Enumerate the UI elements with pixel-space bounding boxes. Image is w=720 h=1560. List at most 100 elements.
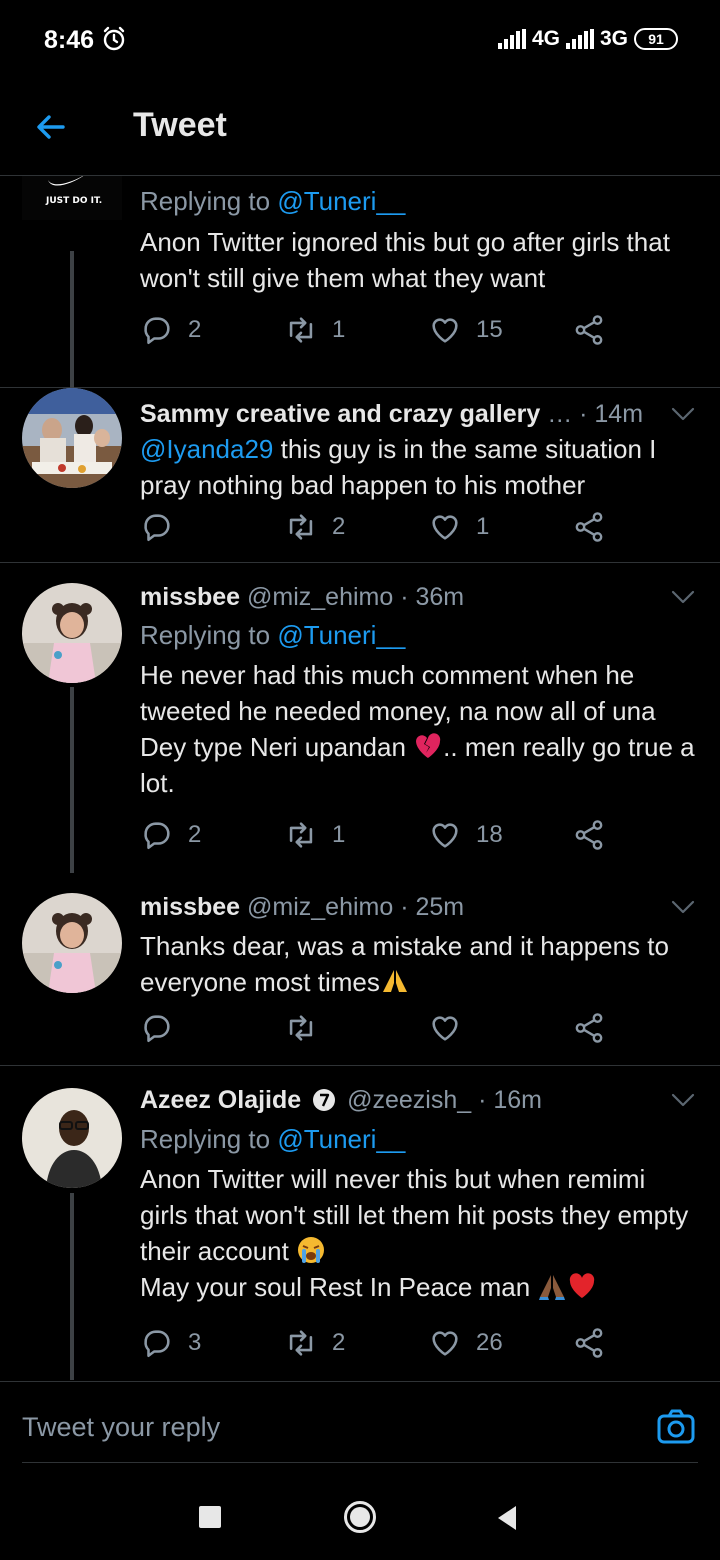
tweet-header: Azeez Olajide @zeezish_ · 16m — [140, 1086, 696, 1115]
like-icon — [428, 818, 462, 852]
red-heart-emoji-icon — [570, 1273, 595, 1298]
tweet-thread[interactable]: JUST DO IT. Replying to @Tuneri__ Anon T… — [0, 176, 720, 1380]
swoosh-logo — [48, 176, 84, 186]
mention-link[interactable]: @Tuneri__ — [277, 620, 405, 650]
retweet-icon — [284, 510, 318, 544]
avatar-image — [22, 583, 122, 683]
battery-icon: 91 — [634, 28, 678, 50]
back-arrow-icon[interactable] — [32, 108, 70, 146]
reply-icon — [140, 313, 174, 347]
tweet-text: Thanks dear, was a mistake and it happen… — [140, 931, 669, 997]
author-name[interactable]: Azeez Olajide — [140, 1086, 301, 1114]
tweet-actions: 2 1 15 — [140, 313, 620, 349]
network-type-2: 3G — [599, 27, 628, 50]
chevron-down-icon[interactable] — [670, 589, 696, 605]
chevron-down-icon[interactable] — [670, 406, 696, 422]
like-icon — [428, 313, 462, 347]
back-triangle-icon[interactable] — [496, 1505, 518, 1531]
share-button[interactable] — [572, 818, 606, 852]
author-name[interactable]: Sammy creative and crazy gallery — [140, 400, 540, 428]
retweet-icon — [284, 818, 318, 852]
like-button[interactable]: 15 — [428, 313, 503, 347]
reply-button[interactable]: 2 — [140, 313, 201, 347]
retweet-icon — [284, 313, 318, 347]
retweet-button[interactable]: 2 — [284, 510, 345, 544]
share-button[interactable] — [572, 313, 606, 347]
tweet-actions: 2 1 18 — [140, 818, 620, 854]
mention-link[interactable]: @Tuneri__ — [277, 1124, 405, 1154]
alarm-icon — [103, 26, 125, 51]
reply-icon — [140, 818, 174, 852]
recents-square-icon[interactable] — [199, 1506, 221, 1528]
tweet-text: Anon Twitter ignored this but go after g… — [140, 227, 670, 293]
composer-divider — [22, 1462, 698, 1463]
like-button[interactable]: 18 — [428, 818, 503, 852]
reply-composer: Tweet your reply — [0, 1381, 720, 1463]
mention-link[interactable]: @Tuneri__ — [277, 186, 405, 216]
share-icon — [572, 1011, 606, 1045]
signal-icon — [497, 29, 526, 49]
reply-button[interactable] — [140, 1011, 188, 1045]
avatar[interactable] — [22, 583, 122, 683]
author-handle-time: @miz_ehimo · 25m — [247, 893, 465, 921]
tweet-item[interactable]: Azeez Olajide @zeezish_ · 16m Replying t… — [0, 1066, 720, 1380]
like-button[interactable]: 26 — [428, 1326, 503, 1360]
avatar[interactable]: JUST DO IT. — [22, 176, 122, 220]
tweet-item[interactable]: JUST DO IT. Replying to @Tuneri__ Anon T… — [0, 176, 720, 388]
tweet-item[interactable]: missbee @miz_ehimo · 36m Replying to @Tu… — [0, 563, 720, 873]
share-button[interactable] — [572, 1326, 606, 1360]
author-name[interactable]: missbee — [140, 893, 240, 921]
retweet-button[interactable]: 2 — [284, 1326, 345, 1360]
tweet-item[interactable]: Sammy creative and crazy gallery … · 14m… — [0, 388, 720, 563]
retweet-button[interactable]: 1 — [284, 818, 345, 852]
reply-input[interactable]: Tweet your reply — [22, 1412, 220, 1443]
replying-to: Replying to @Tuneri__ — [140, 186, 406, 216]
badge-7-icon — [313, 1089, 336, 1111]
retweet-icon — [284, 1326, 318, 1360]
folded-hands-emoji-icon — [382, 970, 407, 992]
tweet-header: missbee @miz_ehimo · 36m — [140, 583, 696, 612]
tweet-actions: 2 1 — [140, 510, 620, 546]
share-icon — [572, 510, 606, 544]
reply-icon — [140, 1326, 174, 1360]
chevron-down-icon[interactable] — [670, 899, 696, 915]
network-type-1: 4G — [531, 27, 560, 50]
like-button[interactable] — [428, 1011, 476, 1045]
author-name[interactable]: missbee — [140, 583, 240, 611]
status-time: 8:46 — [44, 26, 95, 54]
reply-button[interactable]: 2 — [140, 818, 201, 852]
share-icon — [572, 818, 606, 852]
tweet-header: missbee @miz_ehimo · 25m — [140, 893, 696, 922]
thread-line — [70, 1193, 74, 1380]
retweet-button[interactable] — [284, 1011, 332, 1045]
replying-to: Replying to @Tuneri__ — [140, 1124, 406, 1154]
chevron-down-icon[interactable] — [670, 1092, 696, 1108]
mention-link[interactable]: @Iyanda29 — [140, 434, 273, 464]
share-button[interactable] — [572, 510, 606, 544]
status-bar: 8:46 4G 3G 91 — [0, 0, 720, 80]
avatar-image — [22, 1088, 122, 1188]
top-app-bar: Tweet — [0, 80, 720, 176]
reply-button[interactable] — [140, 510, 188, 544]
crying-face-emoji-icon — [298, 1237, 325, 1263]
home-circle-icon[interactable] — [343, 1500, 377, 1534]
avatar[interactable] — [22, 893, 122, 993]
reply-icon — [140, 1011, 174, 1045]
author-handle-time: @miz_ehimo · 36m — [247, 583, 465, 611]
thread-line — [70, 251, 74, 388]
tweet-item[interactable]: missbee @miz_ehimo · 25m Thanks dear, wa… — [0, 873, 720, 1066]
replying-to: Replying to @Tuneri__ — [140, 620, 406, 650]
retweet-icon — [284, 1011, 318, 1045]
avatar-logo-text: JUST DO IT. — [46, 196, 103, 206]
camera-icon[interactable] — [656, 1406, 696, 1446]
retweet-button[interactable]: 1 — [284, 313, 345, 347]
folded-hands-emoji-icon — [539, 1275, 566, 1300]
avatar[interactable] — [22, 388, 122, 488]
avatar[interactable] — [22, 1088, 122, 1188]
share-button[interactable] — [572, 1011, 606, 1045]
share-icon — [572, 313, 606, 347]
avatar-image — [22, 388, 122, 488]
reply-button[interactable]: 3 — [140, 1326, 201, 1360]
like-button[interactable]: 1 — [428, 510, 489, 544]
broken-heart-emoji-icon — [416, 733, 441, 758]
